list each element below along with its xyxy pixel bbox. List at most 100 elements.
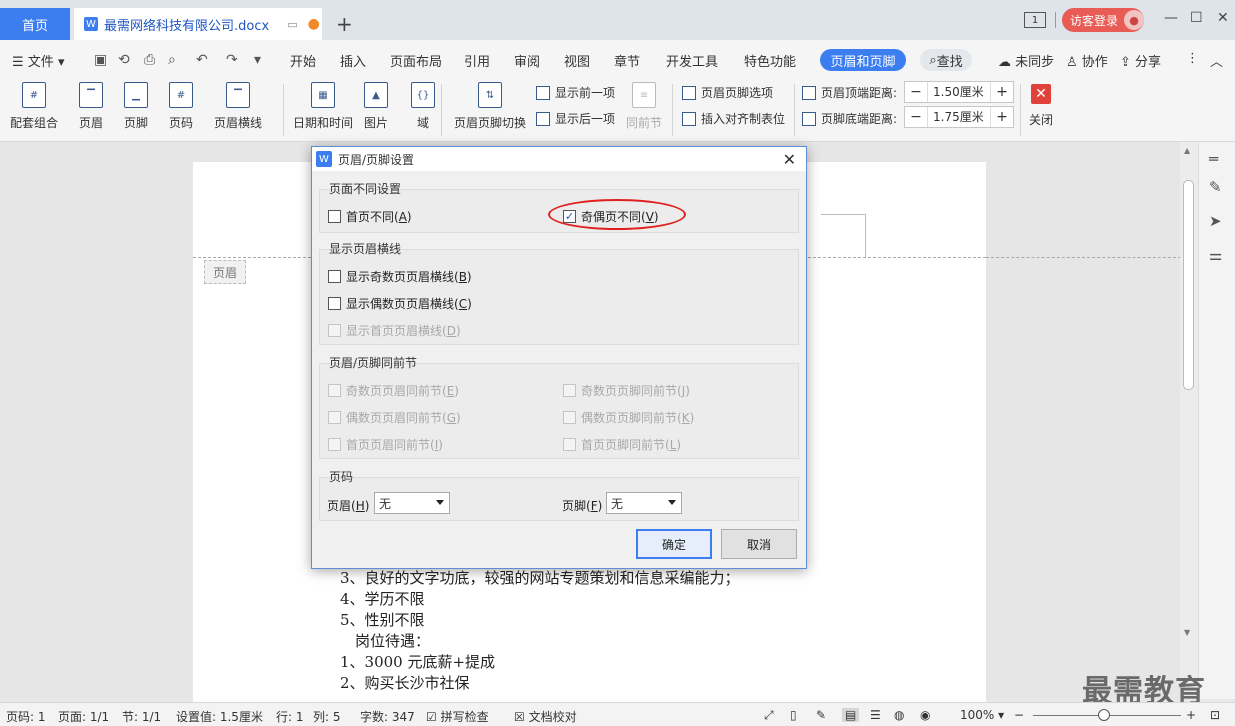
spell-check-button[interactable]: ☑ 拼写检查	[426, 708, 489, 725]
page-number-button[interactable]: # 页码	[169, 82, 193, 131]
header-footer-options-button[interactable]: 页眉页脚选项	[682, 84, 773, 101]
new-tab-button[interactable]: +	[336, 12, 353, 36]
menu-view[interactable]: 视图	[564, 51, 590, 70]
preset-combo-button[interactable]: # 配套组合	[10, 82, 58, 131]
tab-home[interactable]: 首页	[0, 8, 70, 40]
print-icon[interactable]: ⎙	[144, 52, 155, 68]
show-odd-header-line-checkbox[interactable]: 显示奇数页页眉横线(B)	[328, 268, 472, 285]
first-header-same-checkbox: 首页页眉同前节(I)	[328, 436, 443, 453]
show-even-header-line-checkbox[interactable]: 显示偶数页页眉横线(C)	[328, 295, 472, 312]
header-top-distance-value[interactable]: 1.50厘米	[927, 82, 991, 102]
header-top-distance-spinner[interactable]: − 1.50厘米 +	[904, 81, 1014, 103]
header-footer-switch-button[interactable]: ⇅ 页眉页脚切换	[454, 82, 526, 131]
menu-lines-icon[interactable]: ═	[1209, 150, 1218, 168]
footer-button[interactable]: ▁ 页脚	[124, 82, 148, 131]
share-button[interactable]: ⇪ 分享	[1120, 51, 1161, 70]
scroll-down-icon[interactable]: ▼	[1184, 628, 1190, 637]
zoom-slider-handle[interactable]	[1098, 709, 1110, 721]
more-quick-icon[interactable]: ▾	[254, 52, 261, 68]
picture-button[interactable]: ▲ 图片	[364, 82, 388, 131]
first-page-different-checkbox[interactable]: 首页不同(A)	[328, 208, 412, 225]
menu-start[interactable]: 开始	[290, 51, 316, 70]
document-body-text[interactable]: 3、良好的文字功底，较强的网站专题策划和信息采编能力； 4、学历不限 5、性别不…	[340, 568, 740, 694]
find-button[interactable]: ⌕ 查找	[920, 49, 972, 71]
doc-proof-button[interactable]: ☒ 文档校对	[514, 708, 577, 725]
menu-features[interactable]: 特色功能	[744, 51, 796, 70]
monitor-icon[interactable]: ▭	[287, 18, 297, 31]
outline-view-icon[interactable]: ☰	[870, 708, 881, 722]
read-mode-icon[interactable]: ▯	[790, 708, 797, 722]
eye-protect-icon[interactable]: ◉	[920, 708, 930, 722]
show-prev-button[interactable]: 显示前一项	[536, 84, 615, 101]
cancel-button[interactable]: 取消	[721, 529, 797, 559]
scrollbar-thumb[interactable]	[1183, 180, 1194, 390]
adjust-icon[interactable]: ⚌	[1209, 246, 1222, 264]
checkbox-box[interactable]	[328, 270, 341, 283]
web-view-icon[interactable]: ◍	[894, 708, 904, 722]
header-button[interactable]: ▔ 页眉	[79, 82, 103, 131]
zoom-out-button[interactable]: −	[1014, 708, 1024, 722]
page-indicator[interactable]: 1	[1024, 12, 1046, 28]
save-icon[interactable]: ▣	[94, 52, 107, 68]
fit-window-icon[interactable]: ⊡	[1210, 708, 1220, 722]
status-bar: 页码: 1 页面: 1/1 节: 1/1 设置值: 1.5厘米 行: 1 列: …	[0, 702, 1235, 726]
menu-layout[interactable]: 页面布局	[390, 51, 442, 70]
insert-align-tab-button[interactable]: 插入对齐制表位	[682, 110, 785, 127]
unsaved-dot-icon: ●	[307, 16, 320, 32]
footer-page-number-select[interactable]: 无	[606, 492, 682, 514]
increase-button[interactable]: +	[991, 107, 1013, 127]
header-boundary-line	[986, 257, 1186, 258]
write-mode-icon[interactable]: ✎	[816, 708, 826, 722]
page-view-icon[interactable]: ▤	[842, 708, 860, 722]
dialog-title-bar[interactable]: W 页眉/页脚设置 ✕	[312, 147, 806, 171]
visitor-login-button[interactable]: 访客登录 ●	[1062, 8, 1144, 32]
status-page: 页码: 1	[6, 710, 46, 724]
zoom-in-button[interactable]: +	[1186, 708, 1196, 722]
footer-bottom-distance-spinner[interactable]: − 1.75厘米 +	[904, 106, 1014, 128]
menu-header-footer[interactable]: 页眉和页脚	[820, 49, 906, 71]
vertical-scrollbar[interactable]: ▲ ▼	[1180, 142, 1198, 699]
pen-icon[interactable]: ✎	[1209, 178, 1222, 196]
prev-icon	[536, 85, 550, 100]
menu-section[interactable]: 章节	[614, 51, 640, 70]
menu-review[interactable]: 审阅	[514, 51, 540, 70]
fullscreen-icon[interactable]: ⤢	[764, 708, 774, 723]
decrease-button[interactable]: −	[905, 107, 927, 127]
preview-icon[interactable]: ⌕	[168, 52, 176, 68]
header-line-button[interactable]: ▔ 页眉横线	[214, 82, 262, 131]
menu-insert[interactable]: 插入	[340, 51, 366, 70]
collaborate-button[interactable]: ♙ 协作	[1066, 51, 1108, 70]
cursor-icon[interactable]: ➤	[1209, 212, 1222, 230]
dialog-close-icon[interactable]: ✕	[783, 150, 796, 169]
status-setting: 设置值: 1.5厘米	[176, 710, 263, 724]
menu-reference[interactable]: 引用	[464, 51, 490, 70]
right-sidebar: ═ ✎ ➤ ⚌	[1198, 142, 1235, 699]
tab-document[interactable]: W 最需网络科技有限公司.docx ▭ ●	[74, 8, 322, 40]
ok-button[interactable]: 确定	[636, 529, 712, 559]
status-word-count[interactable]: 字数: 347	[360, 708, 415, 725]
sync-status[interactable]: ☁ 未同步	[998, 51, 1054, 70]
header-page-number-select[interactable]: 无	[374, 492, 450, 514]
show-next-button[interactable]: 显示后一项	[536, 110, 615, 127]
checkbox-box[interactable]	[328, 210, 341, 223]
footer-bottom-distance-value[interactable]: 1.75厘米	[927, 107, 991, 127]
increase-button[interactable]: +	[991, 82, 1013, 102]
minimize-button[interactable]: —	[1164, 10, 1178, 26]
scroll-up-icon[interactable]: ▲	[1184, 146, 1190, 155]
collapse-ribbon-icon[interactable]: ︿	[1210, 51, 1223, 70]
field-button[interactable]: {} 域	[411, 82, 435, 131]
redo-icon[interactable]: ↷	[226, 52, 238, 68]
zoom-level[interactable]: 100% ▾	[960, 708, 1004, 722]
restore-button[interactable]: ☐	[1190, 10, 1203, 26]
close-window-button[interactable]: ✕	[1217, 10, 1229, 26]
more-icon[interactable]: ⋮	[1186, 51, 1199, 66]
close-header-footer-icon[interactable]: ✕	[1031, 84, 1051, 104]
export-icon[interactable]: ⟲	[118, 52, 130, 68]
file-menu[interactable]: ☰ 文件 ▾	[12, 51, 64, 70]
menu-developer[interactable]: 开发工具	[666, 51, 718, 70]
decrease-button[interactable]: −	[905, 82, 927, 102]
undo-icon[interactable]: ↶	[196, 52, 208, 68]
checkbox-box[interactable]	[328, 297, 341, 310]
date-time-button[interactable]: ▦ 日期和时间	[293, 82, 353, 131]
close-header-footer-button[interactable]: 关闭	[1029, 111, 1053, 128]
